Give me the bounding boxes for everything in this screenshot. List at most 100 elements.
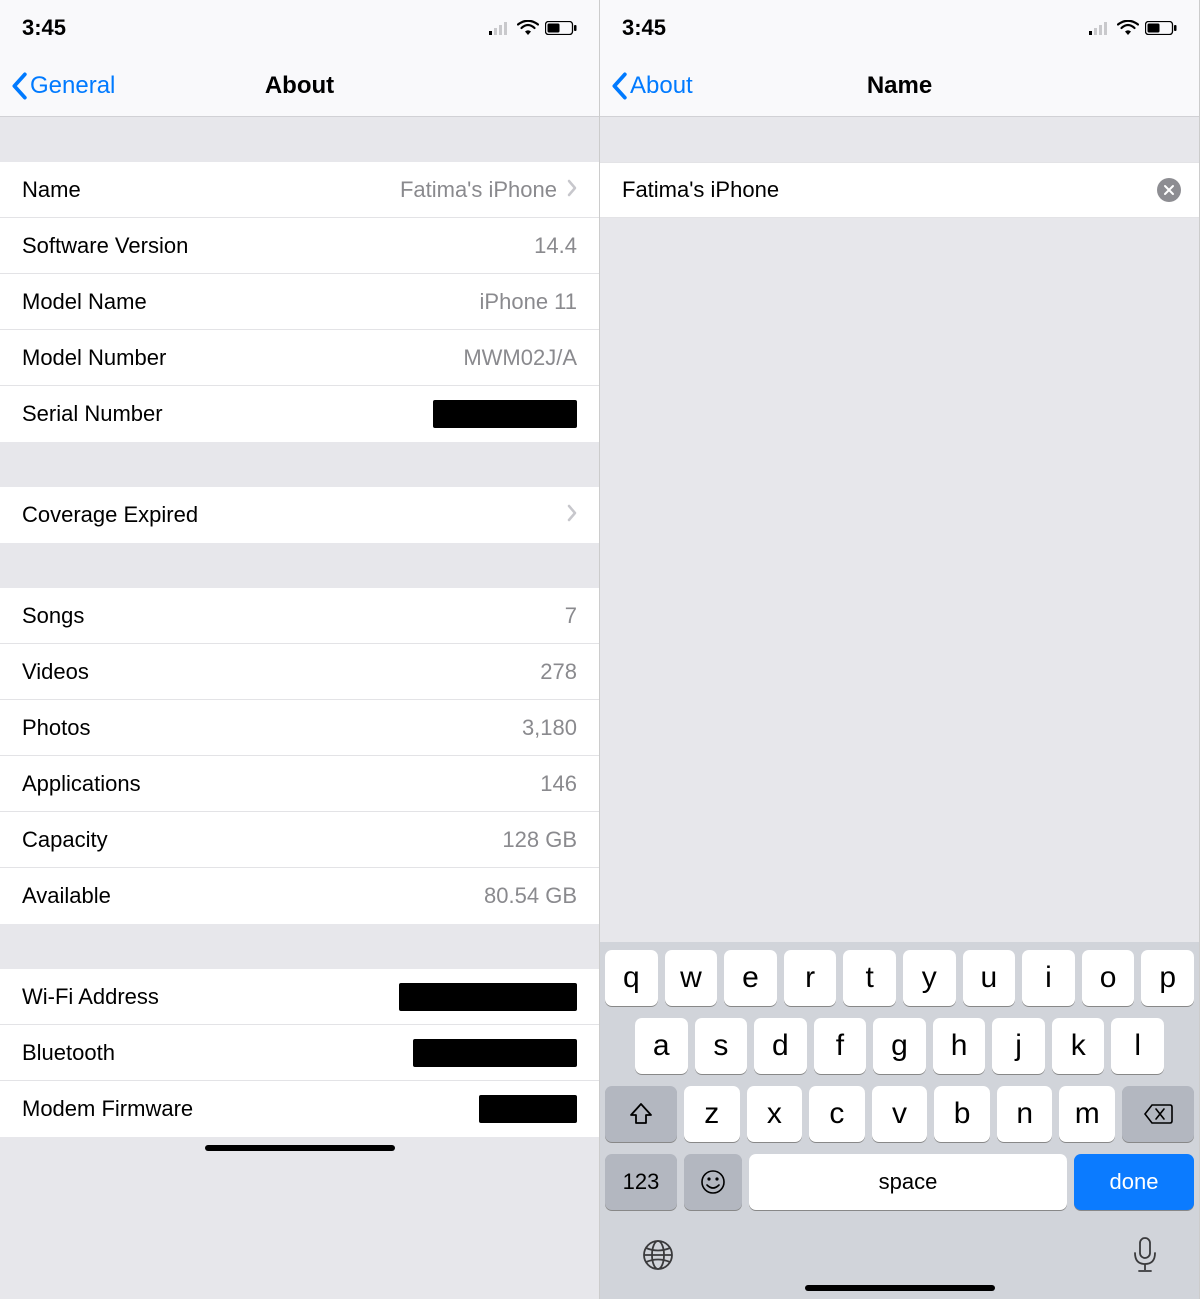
key-done[interactable]: done: [1074, 1154, 1194, 1210]
key-u[interactable]: u: [963, 950, 1016, 1006]
home-indicator[interactable]: [205, 1145, 395, 1151]
key-j[interactable]: j: [992, 1018, 1045, 1074]
key-c[interactable]: c: [809, 1086, 865, 1142]
wifi-icon: [517, 20, 539, 36]
row-value: [399, 983, 577, 1011]
row-songs: Songs 7: [0, 588, 599, 644]
keyboard-row-1: q w e r t y u i o p: [605, 950, 1194, 1006]
row-label: Name: [22, 177, 81, 203]
key-f[interactable]: f: [814, 1018, 867, 1074]
row-value: [433, 400, 577, 428]
battery-icon: [1145, 21, 1177, 35]
key-shift[interactable]: [605, 1086, 677, 1142]
row-value: [413, 1039, 577, 1067]
key-w[interactable]: w: [665, 950, 718, 1006]
key-p[interactable]: p: [1141, 950, 1194, 1006]
key-n[interactable]: n: [997, 1086, 1053, 1142]
row-capacity: Capacity 128 GB: [0, 812, 599, 868]
key-t[interactable]: t: [843, 950, 896, 1006]
key-backspace[interactable]: [1122, 1086, 1194, 1142]
row-applications: Applications 146: [0, 756, 599, 812]
key-o[interactable]: o: [1082, 950, 1135, 1006]
row-modem-firmware: Modem Firmware: [0, 1081, 599, 1137]
key-l[interactable]: l: [1111, 1018, 1164, 1074]
row-value: [567, 502, 577, 528]
name-edit-screen: 3:45 About Name q w: [600, 0, 1200, 1299]
key-numbers[interactable]: 123: [605, 1154, 677, 1210]
status-icons: [489, 20, 577, 36]
key-r[interactable]: r: [784, 950, 837, 1006]
globe-icon: [641, 1238, 675, 1272]
key-d[interactable]: d: [754, 1018, 807, 1074]
key-v[interactable]: v: [872, 1086, 928, 1142]
home-indicator[interactable]: [805, 1285, 995, 1291]
row-name[interactable]: Name Fatima's iPhone: [0, 162, 599, 218]
cellular-signal-icon: [1089, 21, 1111, 35]
key-i[interactable]: i: [1022, 950, 1075, 1006]
chevron-right-icon: [567, 177, 577, 203]
row-label: Available: [22, 883, 111, 909]
key-h[interactable]: h: [933, 1018, 986, 1074]
row-model-name: Model Name iPhone 11: [0, 274, 599, 330]
row-value: 7: [565, 603, 577, 629]
row-label: Songs: [22, 603, 84, 629]
row-label: Coverage Expired: [22, 502, 198, 528]
key-space[interactable]: space: [749, 1154, 1067, 1210]
key-b[interactable]: b: [934, 1086, 990, 1142]
chevron-left-icon: [610, 72, 628, 100]
about-group-storage: Songs 7 Videos 278 Photos 3,180 Applicat…: [0, 588, 599, 924]
key-m[interactable]: m: [1059, 1086, 1115, 1142]
nav-bar: General About: [0, 55, 599, 117]
row-value: iPhone 11: [480, 289, 577, 315]
redacted-modem: [479, 1095, 577, 1123]
row-value: 14.4: [534, 233, 577, 259]
key-k[interactable]: k: [1052, 1018, 1105, 1074]
name-input[interactable]: [622, 177, 1157, 203]
key-x[interactable]: x: [747, 1086, 803, 1142]
key-y[interactable]: y: [903, 950, 956, 1006]
key-s[interactable]: s: [695, 1018, 748, 1074]
status-time: 3:45: [22, 15, 66, 41]
row-wifi-address: Wi-Fi Address: [0, 969, 599, 1025]
microphone-icon: [1132, 1236, 1158, 1274]
row-photos: Photos 3,180: [0, 700, 599, 756]
key-e[interactable]: e: [724, 950, 777, 1006]
key-g[interactable]: g: [873, 1018, 926, 1074]
row-value: 278: [540, 659, 577, 685]
globe-button[interactable]: [641, 1238, 675, 1277]
row-value: 80.54 GB: [484, 883, 577, 909]
row-label: Applications: [22, 771, 141, 797]
about-group-network: Wi-Fi Address Bluetooth Modem Firmware: [0, 969, 599, 1137]
shift-icon: [628, 1101, 654, 1127]
row-value: 128 GB: [502, 827, 577, 853]
redacted-wifi: [399, 983, 577, 1011]
row-coverage-expired[interactable]: Coverage Expired: [0, 487, 599, 543]
back-label: About: [630, 72, 693, 100]
page-title: Name: [867, 72, 932, 100]
cellular-signal-icon: [489, 21, 511, 35]
row-serial-number: Serial Number: [0, 386, 599, 442]
keyboard-row-4: 123 space done: [605, 1154, 1194, 1210]
key-z[interactable]: z: [684, 1086, 740, 1142]
row-label: Photos: [22, 715, 91, 741]
back-button[interactable]: About: [610, 72, 693, 100]
row-value: 146: [540, 771, 577, 797]
key-q[interactable]: q: [605, 950, 658, 1006]
row-value: [479, 1095, 577, 1123]
keyboard-row-3: z x c v b n m: [605, 1086, 1194, 1142]
row-value: Fatima's iPhone: [400, 177, 577, 203]
key-a[interactable]: a: [635, 1018, 688, 1074]
row-label: Modem Firmware: [22, 1096, 193, 1122]
dictation-button[interactable]: [1132, 1236, 1158, 1279]
nav-bar: About Name: [600, 55, 1199, 117]
battery-icon: [545, 21, 577, 35]
clear-input-button[interactable]: [1157, 178, 1181, 202]
status-time: 3:45: [622, 15, 666, 41]
back-button[interactable]: General: [10, 72, 115, 100]
row-label: Model Name: [22, 289, 147, 315]
row-videos: Videos 278: [0, 644, 599, 700]
backspace-icon: [1143, 1103, 1173, 1125]
key-emoji[interactable]: [684, 1154, 742, 1210]
row-label: Bluetooth: [22, 1040, 115, 1066]
row-label: Software Version: [22, 233, 188, 259]
